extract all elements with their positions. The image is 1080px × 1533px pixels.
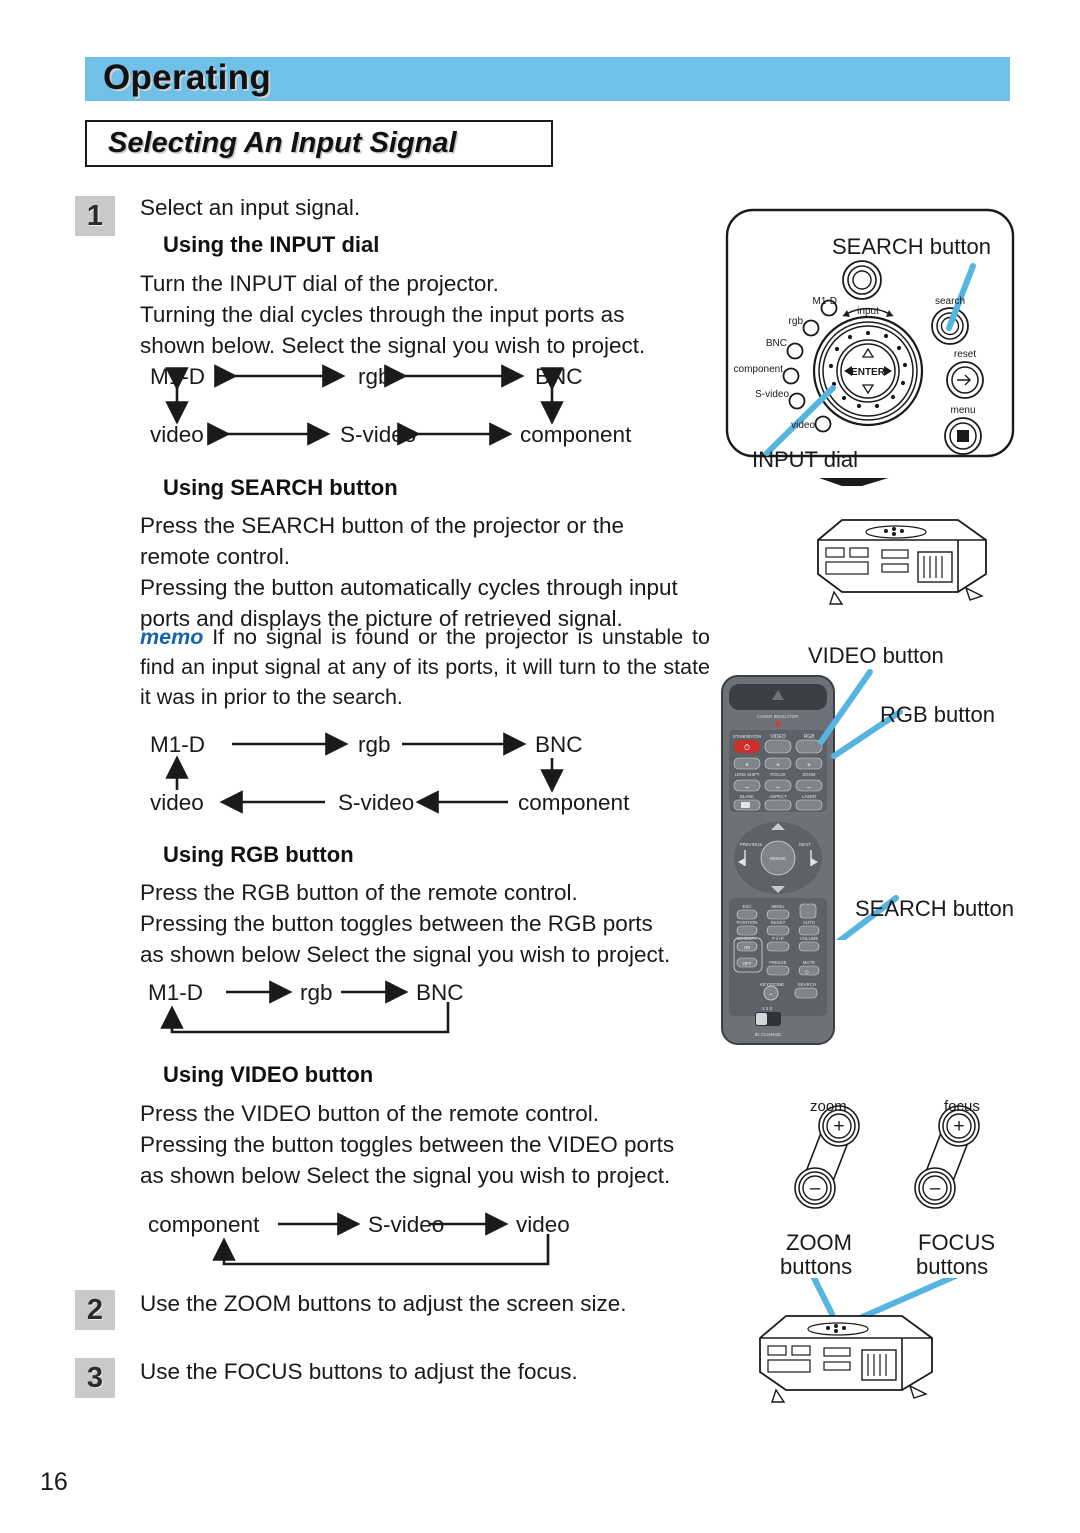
body-input-dial: Turn the INPUT dial of the projector. Tu… bbox=[140, 271, 646, 358]
memo-keyword: memo bbox=[140, 625, 204, 649]
diagram4-node-svideo: S-video bbox=[368, 1212, 445, 1237]
callout-input-dial: INPUT dial bbox=[752, 447, 858, 472]
svg-text:POSITION: POSITION bbox=[737, 920, 758, 925]
svg-text:menu: menu bbox=[950, 405, 975, 416]
svg-text:component: component bbox=[734, 364, 784, 375]
svg-text:+: + bbox=[833, 1116, 844, 1137]
diagram1-node-component: component bbox=[520, 422, 632, 447]
svg-text:⌐: ⌐ bbox=[769, 992, 773, 998]
svg-text:video: video bbox=[791, 420, 815, 431]
diagram-video: component S-video video bbox=[148, 1210, 608, 1280]
svg-text:BLANK: BLANK bbox=[740, 794, 754, 799]
caption-zoom-buttons-line2: buttons bbox=[780, 1254, 853, 1279]
svg-text:+: + bbox=[745, 762, 749, 769]
step-number-1: 1 bbox=[75, 196, 115, 236]
illustration-projector-top bbox=[790, 472, 1020, 618]
step-1-text: Select an input signal. bbox=[140, 195, 361, 220]
caption-focus-buttons-line2: buttons bbox=[916, 1254, 989, 1279]
svg-text:☺: ☺ bbox=[804, 970, 810, 976]
svg-text:ESC: ESC bbox=[742, 904, 751, 909]
svg-text:input: input bbox=[857, 306, 879, 317]
label-focus-small: focus bbox=[944, 1098, 980, 1115]
callout-video-button: VIDEO button bbox=[808, 643, 944, 668]
manual-page: Operating Selecting An Input Signal 1 Se… bbox=[0, 0, 1080, 1533]
heading-using-video-button: Using VIDEO button bbox=[163, 1062, 374, 1087]
body-search: Press the SEARCH button of the projector… bbox=[140, 513, 678, 631]
heading-using-search-button: Using SEARCH button bbox=[163, 475, 398, 500]
svg-text:ON: ON bbox=[744, 945, 751, 950]
svg-text:MUTE: MUTE bbox=[803, 960, 816, 965]
chapter-title: Operating bbox=[103, 58, 271, 97]
diagram1-node-svideo: S-video bbox=[340, 422, 417, 447]
svg-text:FREEZE: FREEZE bbox=[769, 960, 786, 965]
heading-using-rgb-button: Using RGB button bbox=[163, 842, 354, 867]
diagram2-node-m1d: M1-D bbox=[150, 732, 205, 757]
svg-text:BNC: BNC bbox=[766, 338, 787, 349]
svg-text:–: – bbox=[810, 1178, 821, 1199]
memo-note: memo If no signal is found or the projec… bbox=[140, 622, 710, 712]
body-video: Press the VIDEO button of the remote con… bbox=[140, 1101, 675, 1188]
diagram3-node-bnc: BNC bbox=[416, 980, 464, 1005]
diagram1-node-video: video bbox=[150, 422, 204, 447]
diagram2-node-rgb: rgb bbox=[358, 732, 391, 757]
svg-text:search: search bbox=[935, 296, 965, 307]
svg-text:MAGNIFY: MAGNIFY bbox=[737, 936, 757, 941]
memo-body: If no signal is found or the projector i… bbox=[140, 625, 710, 709]
step-3-text: Use the FOCUS buttons to adjust the focu… bbox=[140, 1359, 578, 1384]
diagram1-node-m1d: M1-D bbox=[150, 364, 205, 389]
svg-text:1 2 3: 1 2 3 bbox=[762, 1006, 773, 1011]
step-number-3: 3 bbox=[75, 1358, 115, 1398]
diagram1-node-bnc: BNC bbox=[535, 364, 583, 389]
label-zoom-small: zoom bbox=[810, 1098, 847, 1115]
diagram2-node-video: video bbox=[150, 790, 204, 815]
diagram4-node-video: video bbox=[516, 1212, 570, 1237]
diagram3-node-rgb: rgb bbox=[300, 980, 333, 1005]
svg-text:–: – bbox=[930, 1178, 941, 1199]
diagram-input-dial: M1-D rgb BNC video S-video component bbox=[150, 362, 650, 452]
svg-text:STANDBY/ON: STANDBY/ON bbox=[733, 734, 761, 739]
page-number: 16 bbox=[40, 1468, 68, 1496]
svg-text:–: – bbox=[745, 784, 749, 791]
diagram2-node-bnc: BNC bbox=[535, 732, 583, 757]
callout-remote-search-button: SEARCH button bbox=[855, 896, 1014, 921]
diagram2-node-svideo: S-video bbox=[338, 790, 415, 815]
svg-text:OFF: OFF bbox=[743, 961, 752, 966]
diagram4-node-component: component bbox=[148, 1212, 260, 1237]
caption-focus-buttons-line1: FOCUS bbox=[918, 1230, 995, 1255]
callout-panel-search-button: SEARCH button bbox=[832, 234, 991, 259]
svg-text:SEARCH: SEARCH bbox=[798, 982, 816, 987]
svg-text:LENS SHIFT: LENS SHIFT bbox=[735, 772, 760, 777]
callout-rgb-button: RGB button bbox=[880, 702, 995, 727]
diagram3-node-m1d: M1-D bbox=[148, 980, 203, 1005]
body-rgb: Press the RGB button of the remote contr… bbox=[140, 880, 671, 967]
illustration-lens-buttons: + – + – bbox=[780, 1098, 1030, 1228]
svg-text:M1-D: M1-D bbox=[813, 296, 837, 307]
diagram-rgb: M1-D rgb BNC bbox=[148, 978, 568, 1048]
diagram-search: M1-D rgb BNC video S-video component bbox=[150, 730, 650, 820]
svg-text:rgb: rgb bbox=[789, 316, 804, 327]
caption-zoom-buttons-line1: ZOOM bbox=[786, 1230, 852, 1255]
step-2-text: Use the ZOOM buttons to adjust the scree… bbox=[140, 1291, 627, 1316]
svg-text:S-video: S-video bbox=[755, 389, 789, 400]
step-number-2: 2 bbox=[75, 1290, 115, 1330]
heading-using-input-dial: Using the INPUT dial bbox=[163, 232, 380, 257]
svg-text:ENTER: ENTER bbox=[851, 367, 886, 378]
svg-text:ID CHANGE: ID CHANGE bbox=[755, 1032, 782, 1038]
illustration-projector-bottom bbox=[738, 1292, 988, 1412]
svg-text:+: + bbox=[953, 1116, 964, 1137]
diagram1-node-rgb: rgb bbox=[358, 364, 391, 389]
section-title: Selecting An Input Signal bbox=[108, 127, 457, 159]
svg-text:⏱: ⏱ bbox=[744, 743, 750, 752]
diagram2-node-component: component bbox=[518, 790, 630, 815]
svg-text:reset: reset bbox=[954, 349, 976, 360]
svg-text:PREVIOUS: PREVIOUS bbox=[740, 842, 763, 847]
